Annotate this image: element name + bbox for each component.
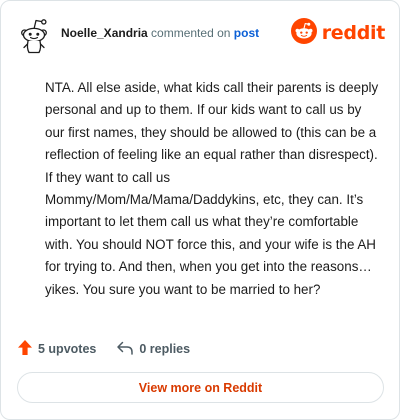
upvote-count: 5 upvotes	[38, 342, 97, 356]
view-more-on-reddit-button[interactable]: View more on Reddit	[17, 372, 384, 403]
comment-actions: 5 upvotes 0 replies	[17, 338, 190, 360]
reddit-wordmark: reddit	[321, 22, 386, 44]
comment-embed-card: Noelle_Xandria commented on post reddit …	[0, 0, 400, 420]
author-line: Noelle_Xandria commented on post	[61, 26, 259, 40]
upvote-button[interactable]: 5 upvotes	[17, 339, 96, 359]
comment-header: Noelle_Xandria commented on post reddit	[17, 15, 385, 55]
commented-on-text: commented on	[151, 26, 231, 40]
post-link[interactable]: post	[234, 26, 259, 40]
reddit-logo[interactable]: reddit	[290, 17, 386, 49]
reply-button[interactable]: 0 replies	[116, 340, 190, 359]
author-name[interactable]: Noelle_Xandria	[61, 26, 148, 40]
snoo-avatar-icon[interactable]	[17, 17, 51, 55]
reply-arrow-icon	[116, 340, 139, 359]
reddit-logo-icon	[290, 17, 317, 49]
reply-count: 0 replies	[139, 342, 191, 356]
upvote-arrow-icon	[17, 339, 38, 359]
comment-body: NTA. All else aside, what kids call thei…	[45, 80, 379, 297]
